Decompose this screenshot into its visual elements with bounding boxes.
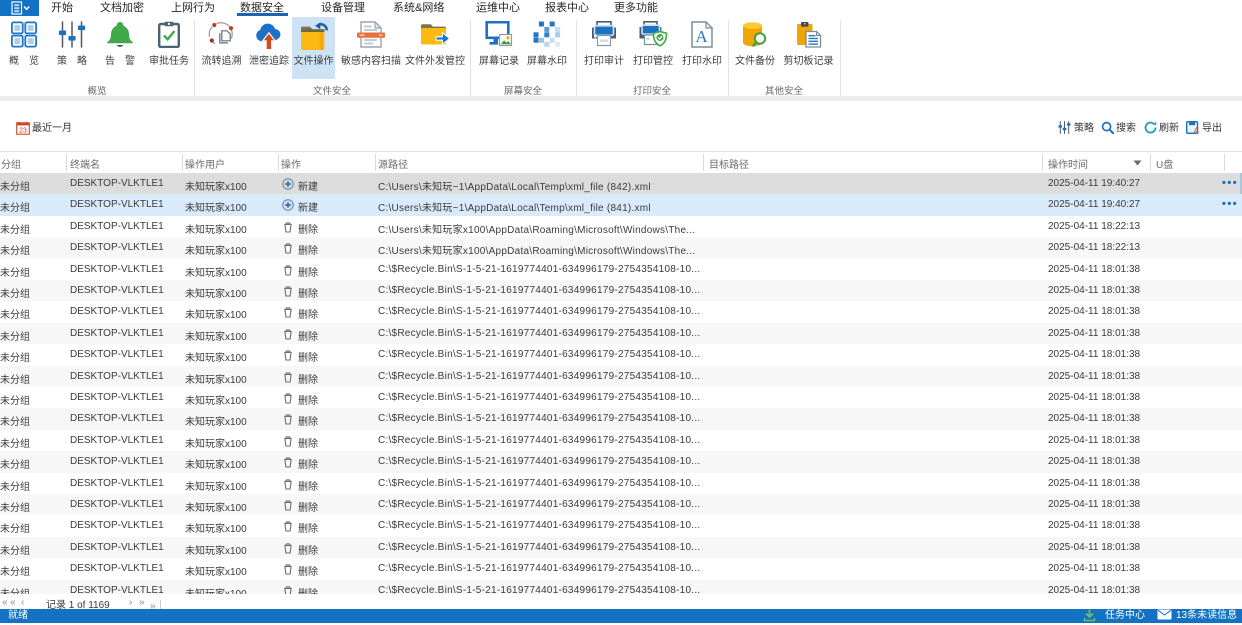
svg-text:A: A: [1192, 126, 1199, 134]
svg-text:23: 23: [19, 128, 27, 135]
svg-text:A: A: [695, 27, 708, 46]
